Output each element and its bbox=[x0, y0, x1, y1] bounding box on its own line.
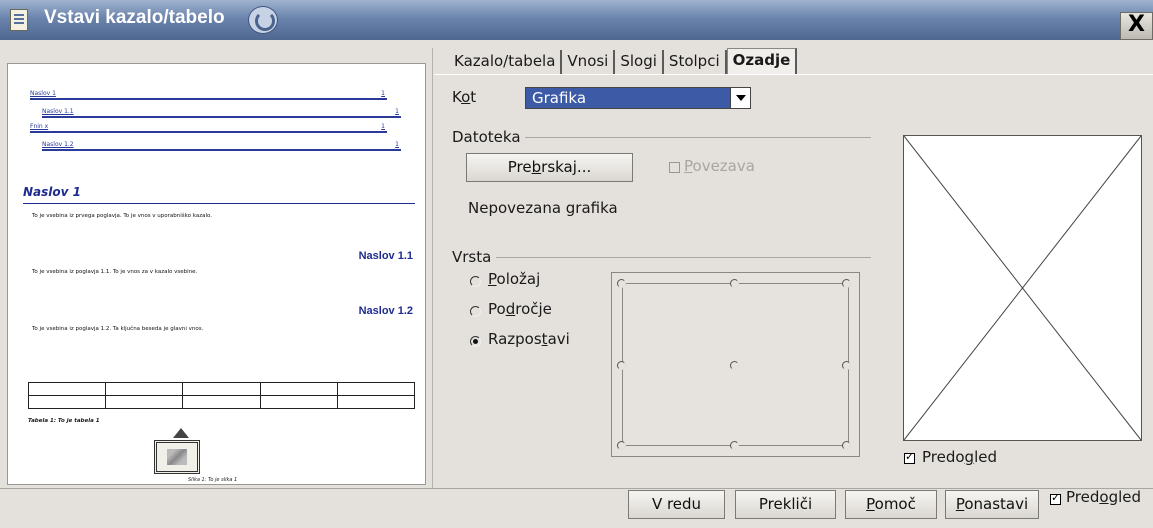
tab-stolpci[interactable]: Stolpci bbox=[664, 50, 727, 74]
position-bottom-right[interactable] bbox=[842, 441, 851, 450]
no-image-cross-icon bbox=[903, 135, 1142, 441]
tab-rule bbox=[434, 74, 1153, 75]
toc-line: Naslov 1 1 bbox=[30, 90, 387, 100]
position-top-left[interactable] bbox=[617, 279, 626, 288]
position-bottom-center[interactable] bbox=[730, 441, 739, 450]
position-bottom-left[interactable] bbox=[617, 441, 626, 450]
vrsta-group-title: Vrsta bbox=[452, 248, 492, 266]
reset-button[interactable]: Ponastavi bbox=[945, 490, 1039, 519]
panel-separator bbox=[432, 48, 433, 488]
preview-heading-1: Naslov 1 bbox=[23, 185, 81, 199]
toc-label: Fnin x bbox=[30, 123, 51, 130]
toc-line: Naslov 1.2 1 bbox=[42, 141, 401, 151]
document-icon bbox=[10, 9, 28, 31]
preview-heading-rule bbox=[23, 203, 415, 204]
close-button[interactable]: X bbox=[1120, 12, 1153, 40]
preview-body-1: To je vsebina iz prvega poglavja. To je … bbox=[32, 213, 213, 219]
position-top-center[interactable] bbox=[730, 279, 739, 288]
preview-table bbox=[27, 382, 416, 409]
tab-ozadje[interactable]: Ozadje bbox=[726, 48, 798, 74]
toc-label: Naslov 1 bbox=[30, 90, 58, 97]
tab-slogi[interactable]: Slogi bbox=[615, 50, 664, 74]
toc-line: Naslov 1.1 1 bbox=[42, 108, 401, 118]
toc-label: Naslov 1.2 bbox=[42, 141, 76, 148]
toc-page: 1 bbox=[395, 108, 401, 115]
title-bar: Vstavi kazalo/tabelo X bbox=[0, 0, 1153, 40]
help-button[interactable]: Pomoč bbox=[845, 490, 937, 519]
preview-heading-1-1: Naslov 1.1 bbox=[358, 250, 413, 262]
preview-body-1-2: To je vsebina iz poglavja 1.2. Ta ključn… bbox=[32, 326, 204, 332]
rollup-icon[interactable] bbox=[248, 6, 278, 34]
preview-table-caption: Tabela 1: To je tabela 1 bbox=[28, 418, 100, 424]
ok-button[interactable]: V redu bbox=[628, 490, 725, 519]
preview-image-caption: Slika 1: To je slika 1 bbox=[188, 477, 238, 483]
kot-select-value: Grafika bbox=[532, 89, 587, 107]
window-title: Vstavi kazalo/tabelo bbox=[44, 7, 225, 28]
preview-heading-1-2: Naslov 1.2 bbox=[358, 305, 413, 317]
tab-vnosi[interactable]: Vnosi bbox=[562, 50, 616, 74]
footer-rule bbox=[0, 488, 1153, 489]
vrsta-group-line bbox=[496, 257, 871, 258]
radio-polozaj-label: Položaj bbox=[488, 270, 541, 288]
graphic-preview-label: Predogled bbox=[922, 448, 997, 466]
kot-label: Kot bbox=[452, 88, 477, 106]
datoteka-group-line bbox=[525, 137, 871, 138]
toc-page: 1 bbox=[381, 123, 387, 130]
cancel-button[interactable]: Prekliči bbox=[735, 490, 836, 519]
graphic-preview bbox=[903, 135, 1142, 441]
link-checkbox[interactable] bbox=[669, 162, 680, 173]
graphic-preview-checkbox[interactable] bbox=[904, 450, 915, 464]
radio-razpostavi-label: Razpostavi bbox=[488, 330, 570, 348]
radio-razpostavi[interactable] bbox=[470, 336, 481, 347]
graphic-status: Nepovezana grafika bbox=[468, 199, 618, 217]
radio-podrocje[interactable] bbox=[470, 306, 481, 317]
document-preview: Naslov 1 1 Naslov 1.1 1 Fnin x 1 Naslov … bbox=[7, 63, 426, 485]
position-middle-right[interactable] bbox=[842, 361, 851, 370]
chevron-down-icon[interactable] bbox=[730, 88, 750, 108]
position-top-right[interactable] bbox=[842, 279, 851, 288]
kot-select[interactable]: Grafika bbox=[525, 87, 751, 109]
toc-page: 1 bbox=[395, 141, 401, 148]
preview-body-1-1: To je vsebina iz poglavja 1.1. To je vno… bbox=[32, 269, 198, 275]
preview-image bbox=[154, 440, 200, 474]
position-middle-left[interactable] bbox=[617, 361, 626, 370]
tab-bar: Kazalo/tabela Vnosi Slogi Stolpci Ozadje bbox=[449, 48, 798, 74]
frame-hook-icon bbox=[173, 428, 189, 438]
browse-button[interactable]: Prebrskaj... bbox=[466, 153, 633, 182]
toc-line: Fnin x 1 bbox=[30, 123, 387, 133]
tab-kazalo-tabela[interactable]: Kazalo/tabela bbox=[449, 50, 563, 74]
dialog-preview-label: Predogled bbox=[1066, 488, 1142, 506]
toc-page: 1 bbox=[381, 90, 387, 97]
link-label: Povezava bbox=[684, 157, 755, 175]
radio-polozaj[interactable] bbox=[470, 276, 481, 287]
toc-label: Naslov 1.1 bbox=[42, 108, 76, 115]
position-grid bbox=[611, 272, 860, 457]
dialog-preview-checkbox[interactable] bbox=[1050, 491, 1061, 505]
radio-podrocje-label: Področje bbox=[488, 300, 552, 318]
datoteka-group-title: Datoteka bbox=[452, 128, 521, 146]
position-center[interactable] bbox=[730, 361, 739, 370]
